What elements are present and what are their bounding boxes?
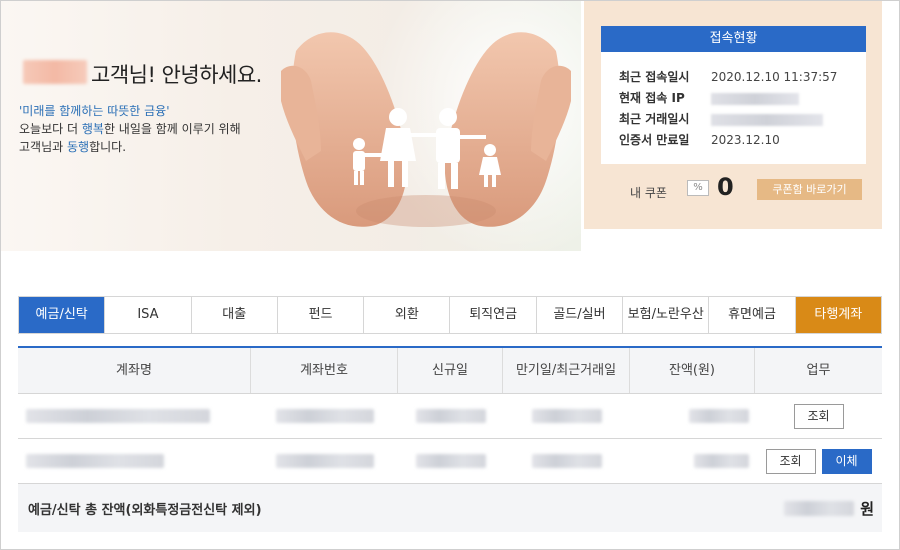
account-name-masked [26,409,210,423]
greeting-text: 고객님! 안녕하세요. [91,63,262,87]
status-label: 최근 거래일시 [619,112,690,126]
coupon-count: 0 [717,173,734,201]
open-date-masked [415,454,486,468]
tab-pension[interactable]: 퇴직연금 [450,297,537,333]
col-account-number: 계좌번호 [251,348,398,393]
desc-text: 합니다. [89,140,127,154]
desc-text: 오늘보다 더 [19,122,82,136]
total-balance-label: 예금/신탁 총 잔액(외화특정금전신탁 제외) [28,502,262,518]
status-label: 현재 접속 IP [619,91,685,105]
account-number-masked [275,409,374,423]
status-value: 2023.12.10 [711,133,780,147]
status-label: 인증서 만료일 [619,133,690,147]
desc-text: 한 내일을 함께 이루기 위해 [103,122,241,136]
col-balance: 잔액(원) [630,348,755,393]
view-button[interactable]: 조회 [793,403,844,429]
tab-deposit-trust[interactable]: 예금/신탁 [19,297,106,333]
maturity-date-masked [531,454,602,468]
transfer-button[interactable]: 이체 [821,448,872,474]
transaction-date-masked [711,113,823,126]
coupon-percent-icon: % [687,180,709,196]
desc-text: 고객님과 [19,140,67,154]
status-row-last-transaction: 최근 거래일시 [619,110,823,127]
status-label: 최근 접속일시 [619,70,690,84]
table-row: 조회 [18,394,882,439]
tab-loan[interactable]: 대출 [191,297,278,333]
total-balance-masked [784,500,855,516]
login-status-panel: 접속현황 최근 접속일시 2020.12.10 11:37:57 현재 접속 IP… [584,1,882,229]
hero-description: 오늘보다 더 행복한 내일을 함께 이루기 위해 고객님과 동행합니다. [19,120,241,156]
tab-fund[interactable]: 펀드 [277,297,365,333]
balance-masked [694,454,749,468]
customer-name-masked [23,60,87,84]
desc-highlight: 행복 [81,122,104,136]
account-table: 계좌명 계좌번호 신규일 만기일/최근거래일 잔액(원) 업무 조회 조회 이체 … [18,346,882,532]
balance-masked [689,409,749,423]
tab-other-bank[interactable]: 타행계좌 [795,297,881,333]
total-balance-unit: 원 [860,499,874,518]
hero-banner: 고객님! 안녕하세요. '미래를 함께하는 따뜻한 금융' 오늘보다 더 행복한… [1,1,581,251]
coupon-box-button[interactable]: 쿠폰함 바로가기 [757,179,862,200]
tab-insurance[interactable]: 보험/노란우산 [623,297,710,333]
account-number-masked [275,454,374,468]
total-balance-row: 예금/신탁 총 잔액(외화특정금전신탁 제외) 원 [18,484,882,532]
col-account-name: 계좌명 [18,348,251,393]
table-row: 조회 이체 [18,439,882,484]
tab-foreign-exchange[interactable]: 외환 [364,297,451,333]
col-open-date: 신규일 [398,348,503,393]
status-card: 접속현황 최근 접속일시 2020.12.10 11:37:57 현재 접속 IP… [601,26,866,164]
view-button[interactable]: 조회 [765,448,816,474]
desc-highlight: 동행 [66,140,90,154]
coupon-label: 내 쿠폰 [630,186,667,200]
tab-isa[interactable]: ISA [105,297,192,333]
col-maturity-date: 만기일/최근거래일 [503,348,630,393]
slogan-text: '미래를 함께하는 따뜻한 금융' [19,104,170,118]
ip-masked [711,92,799,105]
status-row-last-login: 최근 접속일시 2020.12.10 11:37:57 [619,68,837,85]
table-header: 계좌명 계좌번호 신규일 만기일/최근거래일 잔액(원) 업무 [18,348,882,394]
status-row-ip: 현재 접속 IP [619,89,799,106]
tab-dormant[interactable]: 휴면예금 [709,297,796,333]
col-actions: 업무 [806,363,831,378]
hands-family-illustration [281,32,571,227]
status-title: 접속현황 [601,26,866,52]
account-tabs: 예금/신탁 ISA 대출 펀드 외환 퇴직연금 골드/실버 보험/노란우산 휴면… [18,296,882,334]
tab-gold-silver[interactable]: 골드/실버 [536,297,624,333]
status-value: 2020.12.10 11:37:57 [711,70,838,84]
status-row-cert-expiry: 인증서 만료일 2023.12.10 [619,131,780,148]
account-name-masked [26,454,164,468]
maturity-date-masked [531,409,602,423]
open-date-masked [415,409,486,423]
